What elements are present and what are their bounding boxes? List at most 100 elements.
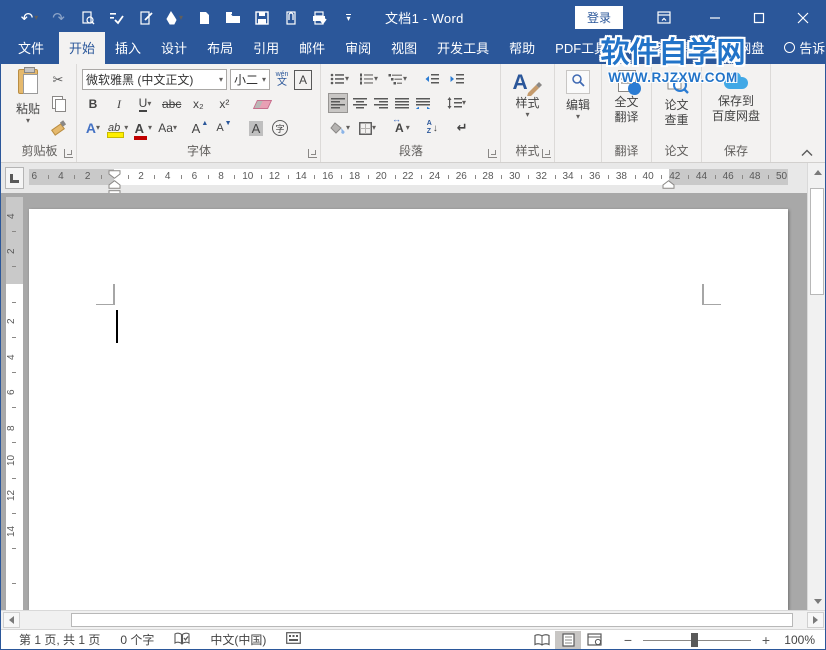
page-indicator[interactable]: 第 1 页, 共 1 页 — [9, 631, 110, 648]
qat-overflow-icon[interactable]: ▾ — [334, 5, 363, 31]
strikethrough-button[interactable]: abc — [162, 94, 181, 114]
superscript-button[interactable]: x² — [215, 94, 233, 114]
format-painter-icon[interactable] — [49, 116, 67, 136]
styles-dialog-launcher-icon[interactable] — [542, 149, 551, 158]
tab-ribbon[interactable]: 更多工具 — [630, 32, 702, 64]
scroll-right-icon[interactable] — [807, 612, 824, 628]
tab-file[interactable]: 文件 — [3, 32, 59, 64]
zoom-slider[interactable] — [643, 632, 751, 648]
multilevel-list-button[interactable]: ▾ — [386, 69, 409, 89]
zoom-in-button[interactable]: + — [759, 632, 773, 648]
grow-font-button[interactable]: A▲ — [191, 118, 209, 138]
right-indent-marker[interactable] — [662, 178, 675, 192]
enclose-characters-button[interactable]: 字 — [271, 118, 289, 138]
login-button[interactable]: 登录 — [575, 6, 623, 29]
open-folder-icon[interactable] — [218, 5, 247, 31]
distribute-text-button[interactable] — [414, 93, 432, 113]
character-border-icon[interactable]: A — [294, 70, 312, 90]
tab-ribbon[interactable]: 邮件 — [289, 32, 335, 64]
editing-dropdown-icon[interactable]: ▾ — [576, 113, 580, 121]
sort-button[interactable]: AZ↓ — [425, 118, 440, 138]
tab-ribbon[interactable]: 开发工具 — [427, 32, 499, 64]
horizontal-scrollbar[interactable] — [1, 610, 825, 629]
editing-button[interactable]: 编辑 ▾ — [555, 70, 601, 121]
italic-button[interactable]: I — [110, 94, 128, 114]
collapse-ribbon-icon[interactable] — [801, 146, 813, 154]
tab-tellme[interactable]: 告诉我 — [774, 32, 826, 64]
close-icon[interactable] — [781, 1, 825, 34]
web-layout-icon[interactable] — [581, 631, 607, 649]
attachment-icon[interactable] — [276, 5, 305, 31]
paste-dropdown-icon[interactable]: ▾ — [26, 117, 30, 125]
thesis-check-button[interactable]: 论文 查重 — [652, 70, 701, 128]
vertical-scroll-thumb[interactable] — [810, 188, 824, 295]
document-page[interactable] — [29, 209, 788, 610]
align-center-button[interactable] — [351, 93, 369, 113]
language-indicator[interactable]: 中文(中国) — [200, 631, 276, 648]
scroll-up-icon[interactable] — [809, 164, 826, 180]
text-effects-button[interactable]: A▾ — [84, 118, 102, 138]
align-left-button[interactable] — [328, 93, 348, 113]
cut-icon[interactable]: ✂ — [49, 70, 67, 90]
bullets-button[interactable]: ▾ — [328, 69, 351, 89]
tab-ribbon[interactable]: 审阅 — [335, 32, 381, 64]
read-mode-icon[interactable] — [529, 631, 555, 649]
shading-button[interactable]: ▾ — [328, 118, 352, 138]
copy-icon[interactable] — [49, 93, 67, 113]
proofing-icon[interactable] — [164, 632, 200, 648]
font-size-combobox[interactable]: 小二▾ — [230, 69, 270, 90]
horizontal-scroll-thumb[interactable] — [71, 613, 793, 627]
styles-button[interactable]: A 样式 ▾ — [501, 72, 554, 119]
styles-dropdown-icon[interactable]: ▾ — [525, 111, 529, 119]
zoom-slider-handle[interactable] — [691, 633, 698, 647]
scroll-down-icon[interactable] — [809, 593, 826, 609]
vertical-scrollbar[interactable] — [807, 163, 826, 610]
paste-button[interactable]: 粘贴 ▾ — [9, 69, 47, 141]
change-case-button[interactable]: Aa▾ — [158, 118, 177, 138]
undo-dropdown-icon[interactable]: ▾ — [34, 14, 38, 22]
tab-ribbon[interactable]: 百度网盘 — [702, 32, 774, 64]
quick-print-icon[interactable] — [305, 5, 334, 31]
redo-icon[interactable]: ↷ — [44, 5, 73, 31]
print-preview-icon[interactable] — [73, 5, 102, 31]
minimize-icon[interactable] — [693, 1, 737, 34]
borders-button[interactable]: ▾ — [357, 118, 378, 138]
character-shading-button[interactable]: A — [247, 118, 265, 138]
touch-mode-icon[interactable]: ▾ — [160, 5, 189, 31]
maximize-icon[interactable] — [737, 1, 781, 34]
touch-mode-dropdown-icon[interactable]: ▾ — [179, 14, 183, 22]
clear-formatting-button[interactable] — [253, 94, 271, 114]
decrease-indent-button[interactable] — [423, 69, 442, 89]
clipboard-dialog-launcher-icon[interactable] — [64, 149, 73, 158]
shrink-font-button[interactable]: A▼ — [215, 118, 233, 138]
phonetic-guide-icon[interactable]: wén文 — [273, 70, 291, 90]
input-mode-icon[interactable] — [276, 632, 311, 647]
spelling-icon[interactable] — [102, 5, 131, 31]
line-spacing-button[interactable]: ▾ — [445, 93, 468, 113]
subscript-button[interactable]: x₂ — [189, 94, 207, 114]
highlight-button[interactable]: ab▾ — [108, 118, 128, 138]
asian-layout-button[interactable]: A▾ — [393, 118, 412, 138]
font-name-combobox[interactable]: 微软雅黑 (中文正文)▾ — [82, 69, 227, 90]
increase-indent-button[interactable] — [448, 69, 467, 89]
tab-ribbon[interactable]: 视图 — [381, 32, 427, 64]
numbering-button[interactable]: ▾ — [357, 69, 380, 89]
scroll-left-icon[interactable] — [3, 612, 20, 628]
font-dialog-launcher-icon[interactable] — [308, 149, 317, 158]
tab-ribbon[interactable]: PDF工具集 — [545, 32, 630, 64]
show-hide-marks-button[interactable]: ↵ — [455, 118, 470, 138]
zoom-level[interactable]: 100% — [773, 633, 815, 647]
ribbon-display-options-icon[interactable] — [649, 1, 679, 34]
word-count[interactable]: 0 个字 — [110, 631, 164, 648]
font-color-button[interactable]: A▾ — [134, 118, 152, 138]
justify-button[interactable] — [393, 93, 411, 113]
align-right-button[interactable] — [372, 93, 390, 113]
underline-button[interactable]: U▾ — [136, 94, 154, 114]
undo-icon[interactable]: ↶▾ — [15, 5, 44, 31]
tab-ribbon[interactable]: 插入 — [105, 32, 151, 64]
tab-ribbon[interactable]: 引用 — [243, 32, 289, 64]
paragraph-dialog-launcher-icon[interactable] — [488, 149, 497, 158]
print-layout-icon[interactable] — [555, 631, 581, 649]
edit-doc-icon[interactable] — [131, 5, 160, 31]
tab-ribbon[interactable]: 设计 — [151, 32, 197, 64]
